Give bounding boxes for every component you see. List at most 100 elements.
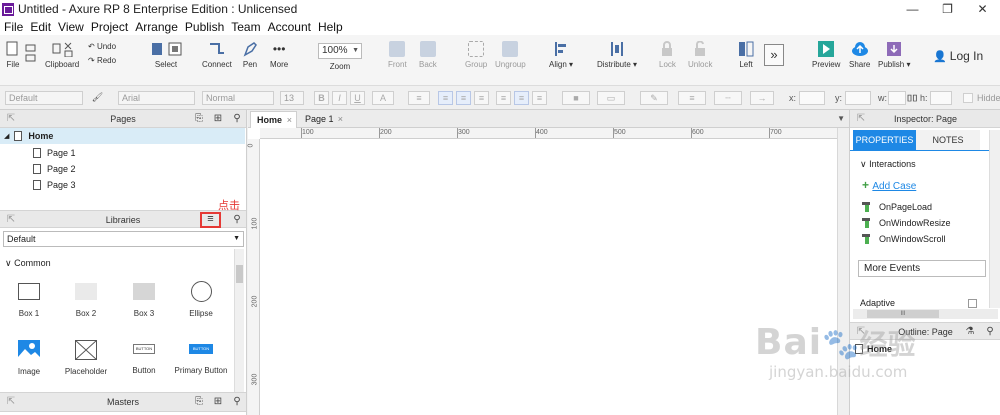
- inspector-scrollbar[interactable]: [989, 130, 1000, 308]
- minimize-button[interactable]: —: [895, 0, 930, 18]
- add-case-link[interactable]: + Add Case: [862, 178, 916, 192]
- add-folder-icon[interactable]: ⊞: [212, 113, 224, 124]
- font-weight-select[interactable]: Normal: [202, 91, 274, 105]
- valign-bottom-button[interactable]: ≡: [532, 91, 547, 105]
- pin-icon[interactable]: ⇱: [5, 396, 17, 407]
- add-page-icon[interactable]: ⎘: [193, 113, 205, 124]
- font-size-select[interactable]: 13: [280, 91, 304, 105]
- h-input[interactable]: [930, 91, 952, 105]
- tab-properties[interactable]: PROPERTIES: [853, 130, 916, 150]
- back-button[interactable]: Back: [419, 41, 437, 69]
- menu-project[interactable]: Project: [91, 20, 128, 34]
- hidden-checkbox[interactable]: [963, 93, 973, 103]
- valign-middle-button[interactable]: ≡: [514, 91, 529, 105]
- tab-notes[interactable]: NOTES: [916, 130, 980, 150]
- shadow-button[interactable]: ▭: [597, 91, 625, 105]
- menu-view[interactable]: View: [58, 20, 84, 34]
- more-events-select[interactable]: More Events: [858, 260, 986, 277]
- expand-toolbar-button[interactable]: »: [764, 44, 784, 66]
- page-item-home[interactable]: ◢ Home: [0, 128, 245, 144]
- collapse-triangle-icon[interactable]: ◢: [4, 132, 9, 140]
- align-right-button[interactable]: ≡: [474, 91, 489, 105]
- menu-help[interactable]: Help: [318, 20, 343, 34]
- style-manager-icon[interactable]: 🖌: [90, 91, 105, 105]
- widget-primary-button[interactable]: BUTTON Primary Button: [172, 344, 230, 375]
- ungroup-button[interactable]: Ungroup: [495, 41, 526, 69]
- open-folder-button[interactable]: [25, 43, 37, 65]
- publish-button[interactable]: Publish ▾: [878, 41, 911, 69]
- event-onwindowscroll[interactable]: OnWindowScroll: [862, 234, 946, 244]
- font-color-button[interactable]: A: [372, 91, 394, 105]
- search-icon[interactable]: ⚲: [231, 396, 243, 407]
- scroll-thumb[interactable]: [236, 265, 243, 283]
- adaptive-checkbox[interactable]: [968, 299, 977, 308]
- menu-edit[interactable]: Edit: [30, 20, 51, 34]
- close-tab-icon[interactable]: ×: [287, 112, 292, 128]
- common-section[interactable]: ∨ Common: [5, 258, 51, 269]
- select-button[interactable]: Select: [146, 41, 186, 69]
- group-button[interactable]: Group: [465, 41, 487, 69]
- align-button[interactable]: Align ▾: [549, 41, 573, 69]
- add-master-icon[interactable]: ⎘: [193, 396, 205, 407]
- close-button[interactable]: ✕: [965, 0, 1000, 18]
- bold-button[interactable]: B: [314, 91, 329, 105]
- lock-button[interactable]: Lock: [659, 41, 676, 69]
- widget-placeholder[interactable]: Placeholder: [57, 340, 115, 376]
- line-style-button[interactable]: ┄: [714, 91, 742, 105]
- close-tab-icon[interactable]: ×: [338, 111, 343, 127]
- zoom-select[interactable]: 100% ▼: [318, 43, 362, 59]
- unlock-button[interactable]: Unlock: [688, 41, 712, 69]
- left-panel-toggle-button[interactable]: Left: [738, 41, 754, 69]
- page-item-2[interactable]: Page 2: [0, 161, 245, 177]
- pen-button[interactable]: Pen: [242, 41, 258, 69]
- login-button[interactable]: 👤 Log In: [933, 49, 983, 63]
- widget-box1[interactable]: Box 1: [0, 283, 58, 318]
- more-button[interactable]: ••• More: [270, 41, 288, 69]
- library-select[interactable]: Default ▼: [3, 231, 244, 247]
- page-item-1[interactable]: Page 1: [0, 145, 245, 161]
- align-left-button[interactable]: ≡: [438, 91, 453, 105]
- interactions-section[interactable]: ∨ Interactions: [860, 159, 916, 170]
- valign-top-button[interactable]: ≡: [496, 91, 511, 105]
- widget-box2[interactable]: Box 2: [57, 283, 115, 318]
- widget-button[interactable]: BUTTON Button: [115, 344, 173, 375]
- pin-icon[interactable]: ⇱: [5, 113, 17, 124]
- tab-page1[interactable]: Page 1 ×: [299, 111, 347, 128]
- pin-icon[interactable]: ⇱: [5, 214, 17, 225]
- menu-team[interactable]: Team: [231, 20, 260, 34]
- menu-arrange[interactable]: Arrange: [135, 20, 178, 34]
- front-button[interactable]: Front: [388, 41, 407, 69]
- redo-button[interactable]: ↷ Redo: [88, 56, 116, 65]
- clipboard-button[interactable]: Clipboard: [45, 41, 79, 69]
- undo-button[interactable]: ↶ Undo: [88, 42, 116, 51]
- pin-icon[interactable]: ⇱: [855, 113, 867, 124]
- arrow-style-button[interactable]: →: [750, 91, 774, 105]
- add-folder-icon[interactable]: ⊞: [212, 396, 224, 407]
- tabs-dropdown-icon[interactable]: ▼: [837, 114, 845, 123]
- underline-button[interactable]: U: [350, 91, 365, 105]
- tab-home[interactable]: Home ×: [250, 111, 297, 128]
- hscroll-thumb[interactable]: III: [867, 310, 939, 318]
- search-icon[interactable]: ⚲: [231, 113, 243, 124]
- menu-account[interactable]: Account: [268, 20, 311, 34]
- menu-file[interactable]: File: [4, 20, 23, 34]
- align-center-button[interactable]: ≡: [456, 91, 471, 105]
- library-menu-icon[interactable]: ≡: [200, 212, 221, 228]
- restore-button[interactable]: ❐: [930, 0, 965, 18]
- page-item-3[interactable]: Page 3: [0, 177, 245, 193]
- italic-button[interactable]: I: [332, 91, 347, 105]
- y-input[interactable]: [845, 91, 871, 105]
- distribute-button[interactable]: Distribute ▾: [597, 41, 637, 69]
- search-icon[interactable]: ⚲: [231, 214, 243, 225]
- event-onwindowresize[interactable]: OnWindowResize: [862, 218, 951, 228]
- widget-style-select[interactable]: Default: [5, 91, 83, 105]
- w-input[interactable]: [888, 91, 906, 105]
- inspector-hscrollbar[interactable]: III: [853, 309, 998, 319]
- preview-button[interactable]: Preview: [812, 41, 840, 69]
- connect-button[interactable]: Connect: [202, 41, 232, 69]
- filter-icon[interactable]: ⚗: [964, 326, 976, 337]
- search-icon[interactable]: ⚲: [984, 326, 996, 337]
- share-button[interactable]: Share: [849, 41, 870, 69]
- menu-publish[interactable]: Publish: [185, 20, 224, 34]
- bullet-list-button[interactable]: ≡: [408, 91, 430, 105]
